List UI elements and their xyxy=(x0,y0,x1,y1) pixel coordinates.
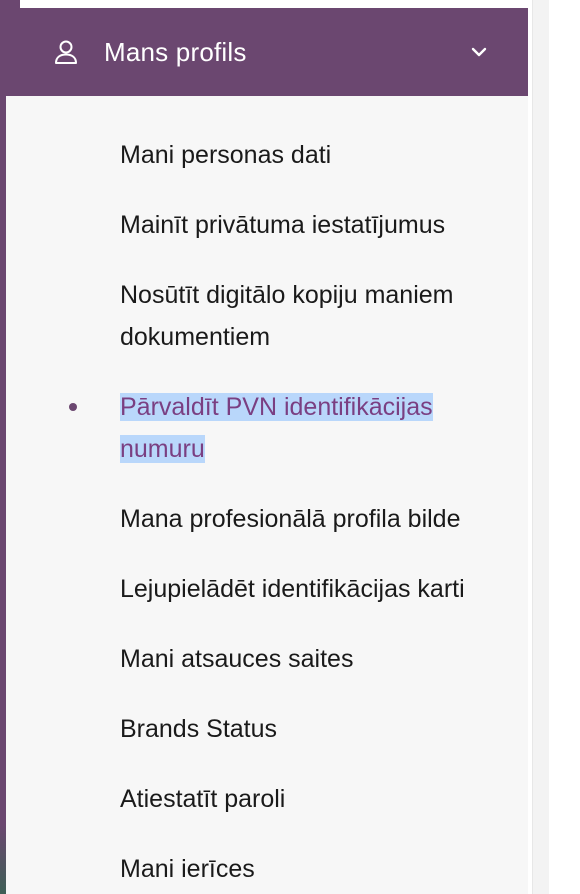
menu-item-privacy-settings[interactable]: Mainīt privātuma iestatījumus xyxy=(120,204,510,246)
menu-item-manage-vat-number[interactable]: Pārvaldīt PVN identifikācijas numuru xyxy=(69,386,510,470)
page-background-edge xyxy=(549,0,580,894)
profile-menu-panel: Mans profils Mani personas dati Mainīt p… xyxy=(0,8,528,894)
profile-menu-list: Mani personas dati Mainīt privātuma iest… xyxy=(6,96,528,890)
profile-menu-body: Mani personas dati Mainīt privātuma iest… xyxy=(6,96,528,894)
menu-item-label: Lejupielādēt identifikācijas karti xyxy=(120,575,465,603)
menu-item-my-devices[interactable]: Mani ierīces xyxy=(120,848,510,890)
menu-item-personal-data[interactable]: Mani personas dati xyxy=(120,134,510,176)
profile-menu-header[interactable]: Mans profils xyxy=(0,8,528,96)
menu-item-reset-password[interactable]: Atiestatīt paroli xyxy=(120,778,510,820)
menu-item-label: Mani atsauces saites xyxy=(120,645,354,673)
user-icon xyxy=(52,38,80,66)
menu-item-referral-links[interactable]: Mani atsauces saites xyxy=(120,638,510,680)
menu-item-label: Nosūtīt digitālo kopiju maniem dokumenti… xyxy=(120,281,454,351)
menu-item-label: Mani ierīces xyxy=(120,855,255,883)
active-bullet-icon xyxy=(69,403,77,411)
menu-item-label: Mana profesionālā profila bilde xyxy=(120,505,461,533)
menu-item-send-digital-copy[interactable]: Nosūtīt digitālo kopiju maniem dokumenti… xyxy=(120,274,510,358)
menu-item-label: Pārvaldīt PVN identifikācijas numuru xyxy=(120,393,433,463)
menu-item-brands-status[interactable]: Brands Status xyxy=(120,708,510,750)
menu-item-label: Atiestatīt paroli xyxy=(120,785,286,813)
chevron-down-icon[interactable] xyxy=(470,43,488,61)
menu-item-download-id-card[interactable]: Lejupielādēt identifikācijas karti xyxy=(120,568,510,610)
menu-item-label: Brands Status xyxy=(120,715,278,743)
profile-menu-title: Mans profils xyxy=(104,36,247,67)
menu-item-label: Mani personas dati xyxy=(120,141,332,169)
menu-item-profile-picture[interactable]: Mana profesionālā profila bilde xyxy=(120,498,510,540)
menu-item-label: Mainīt privātuma iestatījumus xyxy=(120,211,446,239)
